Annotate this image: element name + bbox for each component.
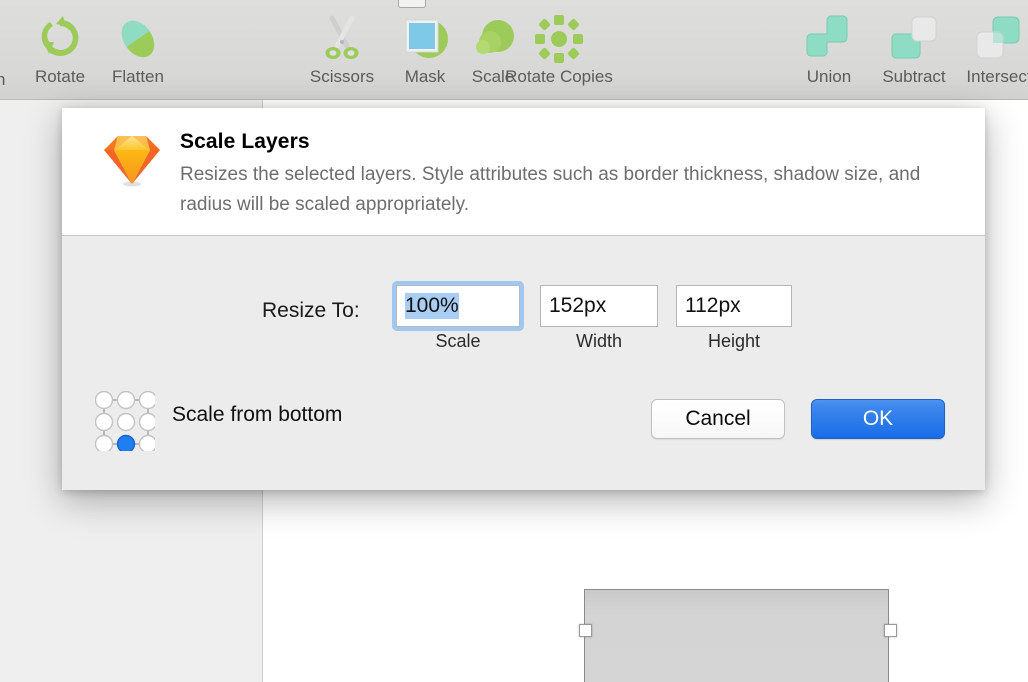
mask-icon xyxy=(397,12,453,66)
field-group-height: 112px Height xyxy=(676,285,792,352)
selected-rectangle[interactable] xyxy=(578,589,897,682)
toolbar-button-scissors[interactable]: Scissors xyxy=(296,12,388,94)
intersect-icon xyxy=(971,12,1027,66)
input-height[interactable]: 112px xyxy=(676,285,792,327)
field-caption-scale: Scale xyxy=(435,331,481,351)
field-value: 112px xyxy=(685,294,741,317)
scissors-icon xyxy=(314,12,370,66)
toolbar-button-label: Rotate xyxy=(34,67,86,86)
cancel-button[interactable]: Cancel xyxy=(651,399,785,439)
toolbar-button-label: Rotate Copies xyxy=(505,67,613,86)
scale-anchor-grid[interactable] xyxy=(94,390,158,454)
dialog-body: Resize To: 100% Scale 152px Width 112px Heigh… xyxy=(62,237,985,490)
flatten-icon xyxy=(110,12,166,66)
rotate-icon xyxy=(32,12,88,66)
resize-row: Resize To: 100% Scale 152px Width 112px Heigh… xyxy=(62,281,985,365)
toolbar-button-rotate-copies[interactable]: Rotate Copies xyxy=(505,12,613,94)
toolbar-button-label: Subtract xyxy=(882,67,946,86)
sketch-diamond-icon xyxy=(100,130,164,188)
field-caption-height: Height xyxy=(707,331,761,351)
toolbar-button-subtract[interactable]: Subtract xyxy=(868,12,960,94)
dialog-footer-row: Scale from bottom Cancel OK xyxy=(62,383,985,473)
resize-to-label: Resize To: xyxy=(262,299,360,322)
ok-button[interactable]: OK xyxy=(811,399,945,439)
rotate-copies-icon xyxy=(531,12,587,66)
dialog-title: Scale Layers xyxy=(180,130,310,153)
toolbar-partial-icon[interactable] xyxy=(398,0,426,8)
scale-layers-dialog: Scale Layers Resizes the selected layers… xyxy=(62,108,985,490)
input-scale[interactable]: 100% xyxy=(396,285,520,327)
toolbar-button-label: Union xyxy=(806,67,852,86)
selected-text: 100% xyxy=(405,293,459,319)
toolbar-button-flatten[interactable]: Flatten xyxy=(92,12,184,94)
field-group-width: 152px Width xyxy=(540,285,658,352)
dialog-header: Scale Layers Resizes the selected layers… xyxy=(62,108,985,236)
toolbar-button-label: Mask xyxy=(404,67,446,86)
toolbar-button-label: Flatten xyxy=(112,67,164,86)
selection-handle[interactable] xyxy=(883,623,897,637)
field-caption-width: Width xyxy=(575,331,622,351)
field-group-scale: 100% Scale xyxy=(392,281,524,352)
toolbar-clipped-label: n xyxy=(0,70,5,90)
input-width[interactable]: 152px xyxy=(540,285,658,327)
scale-anchor-label: Scale from bottom xyxy=(172,403,343,426)
app-root: n Rotate Flatten xyxy=(0,0,1028,682)
toolbar-button-label: Scissors xyxy=(309,67,375,86)
focus-ring: 100% xyxy=(392,281,524,331)
dialog-description: Resizes the selected layers. Style attri… xyxy=(180,164,921,215)
selection-handle[interactable] xyxy=(578,623,592,637)
subtract-icon xyxy=(886,12,942,66)
field-value: 152px xyxy=(549,294,607,317)
union-icon xyxy=(801,12,857,66)
toolbar-button-label: Intersect xyxy=(966,67,1028,86)
toolbar: n Rotate Flatten xyxy=(0,0,1028,100)
toolbar-button-intersect[interactable]: Intersect xyxy=(953,12,1028,94)
toolbar-button-union[interactable]: Union xyxy=(783,12,875,94)
